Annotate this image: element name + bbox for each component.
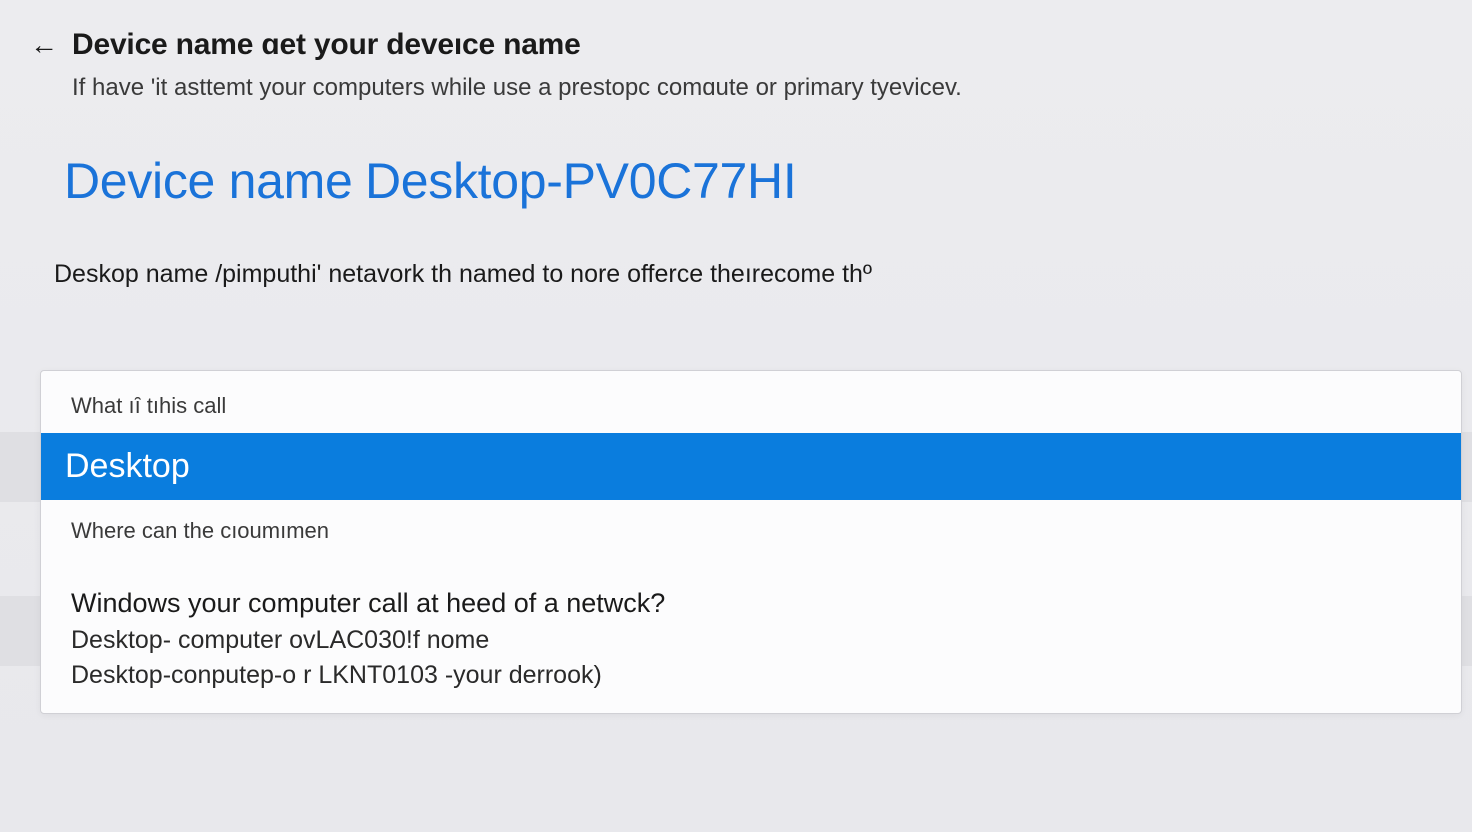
rename-dialog: What ıȋ tıhis call Desktop Where can the… bbox=[40, 370, 1462, 714]
device-name-input[interactable]: Desktop bbox=[41, 433, 1461, 500]
dialog-prompt-label: What ıȋ tıhis call bbox=[41, 371, 1461, 433]
info-example-2: Desktop-conputep-o r LKNT0103 -your derr… bbox=[71, 658, 1431, 693]
page-subtitle: If have 'it asttemt your computers while… bbox=[0, 70, 1472, 102]
back-arrow-icon[interactable]: ← bbox=[30, 29, 58, 61]
info-heading: Windows your computer call at heed of a … bbox=[71, 588, 1431, 619]
device-name-label: Device name bbox=[64, 153, 353, 209]
info-example-1: Desktop- computer ovLAC030!f nome bbox=[71, 623, 1431, 658]
dialog-hint-label: Where can the cıoumımen bbox=[41, 500, 1461, 574]
page-title: Device name ɑet your deveıce name bbox=[72, 28, 581, 62]
info-section: Windows your computer call at heed of a … bbox=[41, 574, 1461, 713]
device-name-display: Device name Desktop-PV0C77HI bbox=[0, 102, 1472, 210]
description-text: Deskop name /pimputhi' netavork th named… bbox=[0, 210, 1472, 289]
device-name-value: Desktop-PV0C77HI bbox=[365, 153, 797, 209]
header: ← Device name ɑet your deveıce name bbox=[0, 0, 1472, 70]
